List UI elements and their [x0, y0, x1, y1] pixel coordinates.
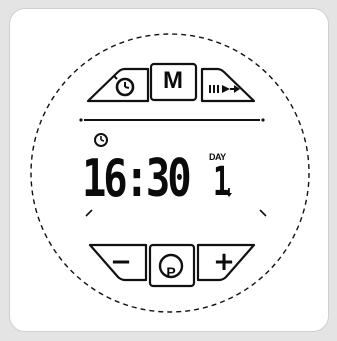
minus-button[interactable] [90, 245, 146, 281]
plus-button[interactable] [198, 245, 254, 281]
left-tick-mark [85, 209, 93, 217]
mode-button[interactable] [151, 64, 196, 100]
skip-button[interactable] [202, 68, 254, 102]
timer-button[interactable] [88, 68, 148, 102]
day-value: 1 [213, 159, 230, 205]
right-tick-mark [259, 209, 267, 217]
clock-indicator-icon [94, 133, 108, 147]
program-button[interactable] [150, 245, 194, 286]
screenshot-frame: M 16:30 DAY 1 − P + [0, 0, 337, 341]
separator-dot-right [261, 118, 265, 122]
separator-dot-left [79, 118, 83, 122]
time-display: 16:30 [82, 149, 192, 209]
